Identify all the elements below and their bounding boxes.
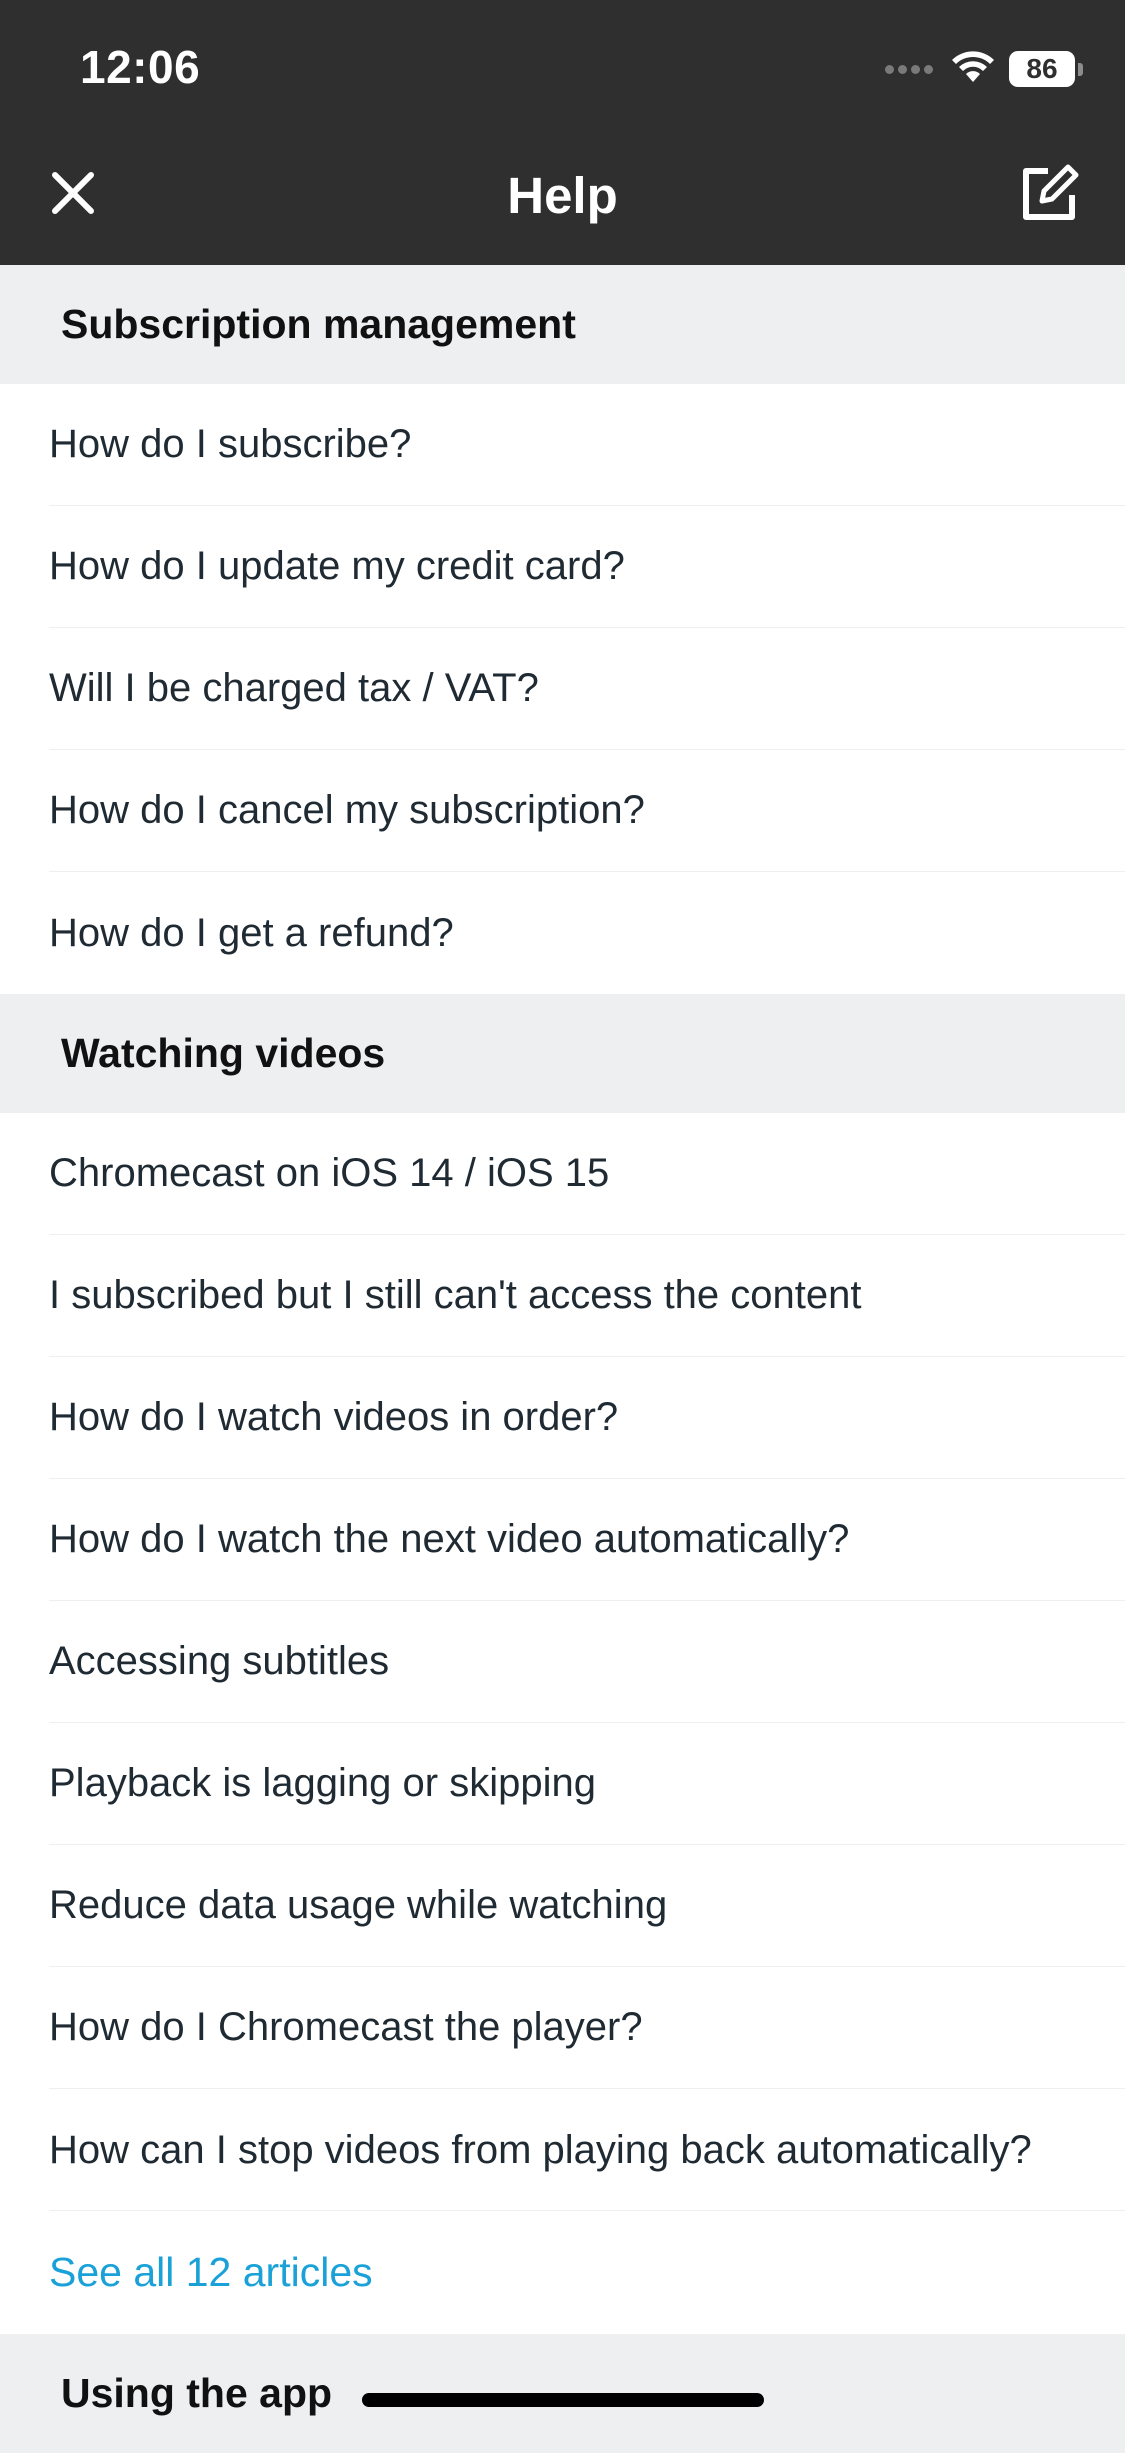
- article-item[interactable]: How do I cancel my subscription?: [49, 750, 1125, 872]
- article-item[interactable]: Accessing subtitles: [49, 1601, 1125, 1723]
- article-item[interactable]: I subscribed but I still can't access th…: [49, 1235, 1125, 1357]
- battery-tip: [1078, 62, 1083, 76]
- cellular-signal-icon: [885, 64, 933, 74]
- article-item[interactable]: Chromecast on iOS 14 / iOS 15: [49, 1113, 1125, 1235]
- help-content: Subscription management How do I subscri…: [0, 265, 1125, 2453]
- see-all-articles-link[interactable]: See all 12 articles: [0, 2211, 1125, 2334]
- top-bar: 12:06 86 Help: [0, 0, 1125, 265]
- wifi-icon: [951, 50, 995, 89]
- battery-icon: 86: [1009, 51, 1075, 87]
- article-item[interactable]: How do I watch videos in order?: [49, 1357, 1125, 1479]
- compose-icon: [1023, 164, 1079, 220]
- home-indicator: [362, 2393, 764, 2407]
- article-item[interactable]: How do I subscribe?: [49, 384, 1125, 506]
- article-item[interactable]: Playback is lagging or skipping: [49, 1723, 1125, 1845]
- status-time: 12:06: [80, 41, 201, 93]
- article-item[interactable]: How do I Chromecast the player?: [49, 1967, 1125, 2089]
- article-item[interactable]: Reduce data usage while watching: [49, 1845, 1125, 1967]
- article-item[interactable]: How do I watch the next video automatica…: [49, 1479, 1125, 1601]
- section-header-watching-videos: Watching videos: [0, 994, 1125, 1113]
- page-title: Help: [507, 167, 618, 224]
- section-header-subscription: Subscription management: [0, 265, 1125, 384]
- article-item[interactable]: Will I be charged tax / VAT?: [49, 628, 1125, 750]
- article-item[interactable]: How can I stop videos from playing back …: [49, 2089, 1125, 2211]
- battery-level: 86: [1026, 53, 1058, 84]
- status-indicators: 86: [885, 45, 1083, 93]
- article-item[interactable]: How do I get a refund?: [49, 872, 1125, 994]
- article-item[interactable]: How do I update my credit card?: [49, 506, 1125, 628]
- compose-button[interactable]: [1013, 158, 1085, 230]
